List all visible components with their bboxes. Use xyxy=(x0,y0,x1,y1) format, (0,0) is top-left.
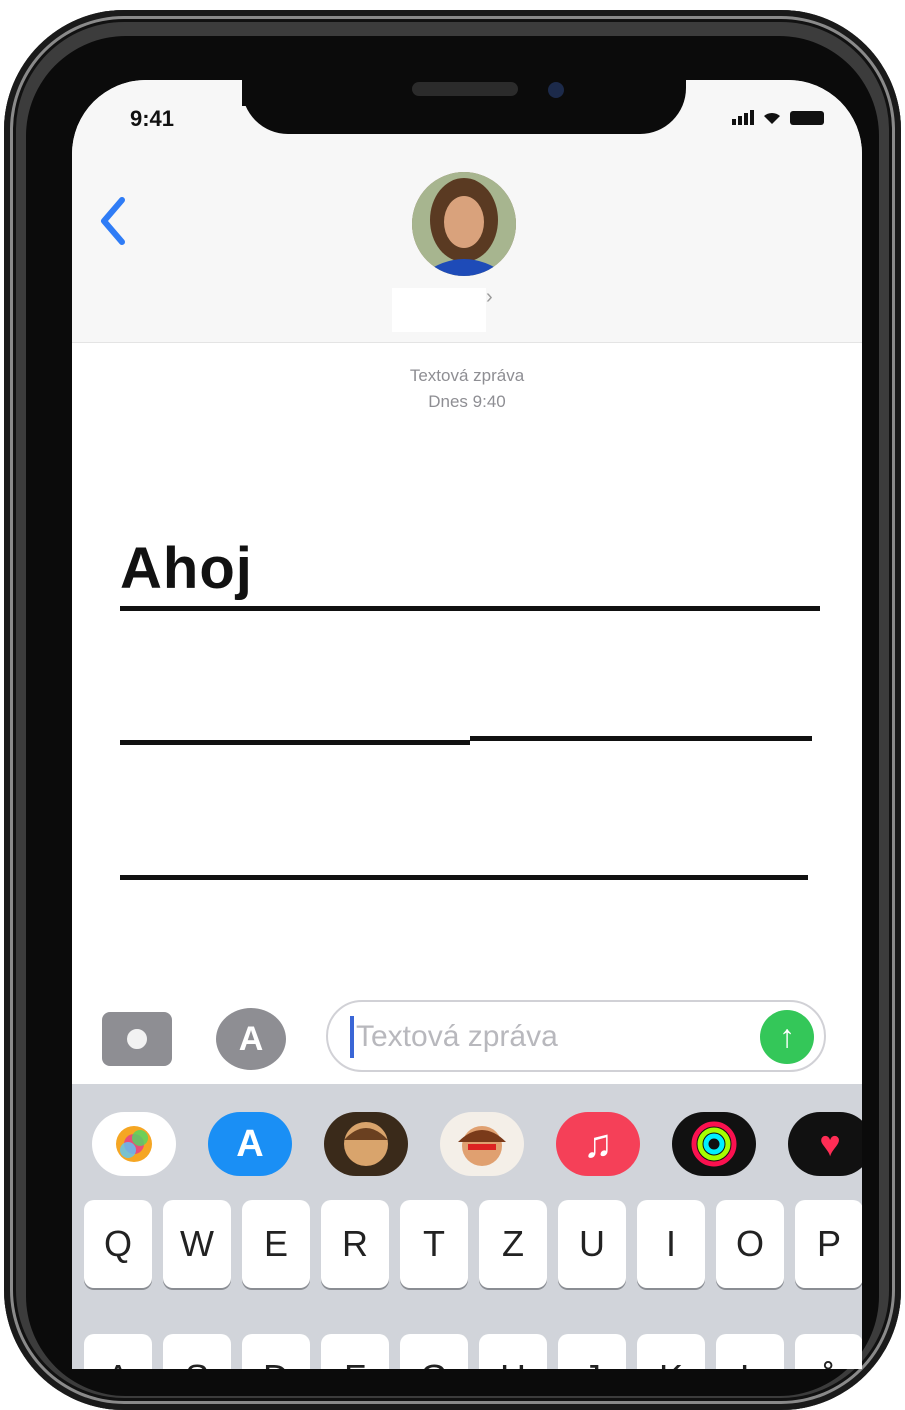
key-4[interactable]: G xyxy=(400,1334,468,1369)
key-5[interactable]: Z xyxy=(479,1200,547,1288)
key-6[interactable]: J xyxy=(558,1334,626,1369)
key-9[interactable]: ˚ xyxy=(795,1334,862,1369)
memoji-icon-1[interactable] xyxy=(324,1112,408,1176)
message-input-field[interactable]: ↑ xyxy=(326,1000,826,1072)
key-6[interactable]: U xyxy=(558,1200,626,1288)
phone-frame: 9:41 › Textová zpráva Dnes 9:40 Ahoj A T… xyxy=(0,0,905,1410)
memoji-icon-2[interactable] xyxy=(440,1112,524,1176)
status-icons xyxy=(732,110,824,125)
speaker-grille xyxy=(412,82,518,96)
status-time: 9:41 xyxy=(130,106,175,131)
writing-line xyxy=(470,736,812,741)
battery-icon xyxy=(790,111,824,125)
key-1[interactable]: W xyxy=(163,1200,231,1288)
music-icon[interactable]: ♫ xyxy=(556,1112,640,1176)
send-button[interactable]: ↑ xyxy=(760,1010,814,1064)
front-camera xyxy=(548,82,564,98)
writing-line xyxy=(120,740,470,745)
key-8[interactable]: O xyxy=(716,1200,784,1288)
phone-screen: 9:41 › Textová zpráva Dnes 9:40 Ahoj A T… xyxy=(72,80,862,1369)
message-meta-type: Textová zpráva xyxy=(409,366,525,385)
key-1[interactable]: S xyxy=(163,1334,231,1369)
contact-name[interactable] xyxy=(392,288,486,332)
key-8[interactable]: L xyxy=(716,1334,784,1369)
key-0[interactable]: Q xyxy=(84,1200,152,1288)
contact-avatar[interactable] xyxy=(412,172,516,276)
message-input[interactable] xyxy=(354,1016,738,1058)
key-9[interactable]: P xyxy=(795,1200,862,1288)
key-7[interactable]: K xyxy=(637,1334,705,1369)
key-7[interactable]: I xyxy=(637,1200,705,1288)
key-4[interactable]: T xyxy=(400,1200,468,1288)
digital-touch-icon[interactable]: ♥ xyxy=(788,1112,862,1176)
chevron-right-icon: › xyxy=(486,286,493,308)
writing-line xyxy=(120,875,808,880)
app-drawer: A ♫ ♥ xyxy=(72,1084,862,1198)
appstore-icon[interactable]: A xyxy=(208,1112,292,1176)
camera-button[interactable] xyxy=(102,1012,172,1066)
key-3[interactable]: F xyxy=(321,1334,389,1369)
wifi-icon xyxy=(762,111,782,125)
signal-icon xyxy=(732,110,754,125)
photos-icon[interactable] xyxy=(92,1112,176,1176)
key-2[interactable]: E xyxy=(242,1200,310,1288)
back-chevron-icon[interactable] xyxy=(98,196,128,246)
app-store-button[interactable]: A xyxy=(216,1008,286,1070)
message-meta-time: Dnes 9:40 xyxy=(428,392,506,411)
key-3[interactable]: R xyxy=(321,1200,389,1288)
key-0[interactable]: A xyxy=(84,1334,152,1369)
writing-line xyxy=(120,606,820,611)
key-2[interactable]: D xyxy=(242,1334,310,1369)
activity-icon[interactable] xyxy=(672,1112,756,1176)
key-5[interactable]: H xyxy=(479,1334,547,1369)
message-text: Ahoj xyxy=(120,536,253,601)
